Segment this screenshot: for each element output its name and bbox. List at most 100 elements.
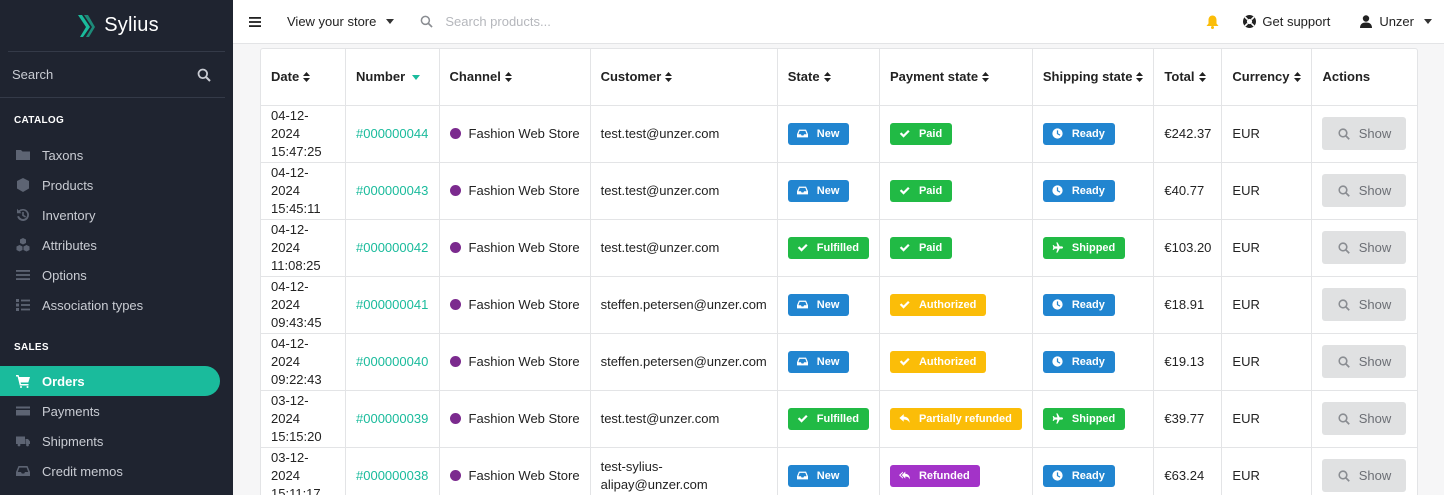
shipping-state-cell: Ready [1032, 105, 1155, 163]
shipping-state-badge: Ready [1042, 350, 1115, 373]
payment-state-badge-label: Authorized [918, 298, 977, 311]
order-date-cell: 04-12-2024 15:45:11 [261, 162, 347, 220]
column-header-shipping-state[interactable]: Shipping state [1032, 49, 1155, 106]
show-order-button[interactable]: Show [1322, 174, 1407, 207]
caret-down-icon [1424, 19, 1432, 24]
customer-cell: steffen.petersen@unzer.com [590, 276, 778, 334]
order-state-badge-label: New [816, 127, 840, 140]
sidebar-item-products[interactable]: Products [0, 170, 233, 200]
order-state-badge: New [787, 179, 850, 202]
order-total: €63.24 [1164, 467, 1205, 483]
column-header-label: Customer [600, 69, 662, 85]
sidebar-search[interactable]: Search [0, 52, 225, 98]
column-header-label: Channel [449, 69, 501, 85]
order-total: €18.91 [1164, 296, 1205, 312]
sidebar: Sylius Search CATALOG Taxons Products In… [0, 0, 233, 495]
search-input[interactable] [445, 14, 746, 29]
search-icon [1338, 355, 1350, 368]
order-total: €19.13 [1164, 353, 1205, 369]
order-state-badge: Fulfilled [787, 407, 869, 430]
state-cell: New [777, 333, 880, 391]
table-header-row: Date Number Channel Customer State Payme… [261, 49, 1417, 106]
order-number-link[interactable]: #000000040 [356, 354, 428, 369]
column-header-customer[interactable]: Customer [590, 49, 778, 106]
order-state-badge-label: New [816, 184, 840, 197]
checkmark-icon [797, 243, 808, 252]
sylius-logo[interactable]: Sylius [8, 0, 225, 52]
section-label-sales: SALES [14, 342, 49, 353]
search-icon [1338, 469, 1350, 482]
show-order-button[interactable]: Show [1322, 459, 1407, 492]
menu-toggle-icon[interactable] [249, 16, 261, 27]
notification-bell-icon[interactable] [1206, 15, 1219, 29]
sidebar-item-label: Orders [42, 373, 85, 389]
sidebar-item-options[interactable]: Options [0, 260, 233, 290]
column-header-number[interactable]: Number [345, 49, 440, 106]
history-icon [17, 208, 30, 221]
show-order-label: Show [1358, 239, 1392, 255]
channel-cell: Fashion Web Store [439, 447, 591, 495]
total-cell: €103.20 [1153, 219, 1223, 277]
order-total: €242.37 [1164, 125, 1212, 141]
column-header-channel[interactable]: Channel [439, 49, 591, 106]
shipping-state-badge-label: Ready [1071, 184, 1105, 197]
order-time: 09:43:45 [271, 314, 322, 330]
column-header-state[interactable]: State [777, 49, 880, 106]
show-order-button[interactable]: Show [1322, 402, 1407, 435]
show-order-button[interactable]: Show [1322, 231, 1407, 264]
sidebar-item-payments[interactable]: Payments [0, 396, 233, 426]
order-date: 04-12-2024 [271, 221, 309, 255]
view-store-dropdown[interactable]: View your store [287, 14, 395, 29]
customer-cell: test.test@unzer.com [590, 105, 778, 163]
order-number-link[interactable]: #000000043 [356, 183, 428, 198]
order-number-link[interactable]: #000000039 [356, 411, 428, 426]
sort-icon [982, 72, 990, 83]
clock-icon [1052, 299, 1063, 310]
column-header-total[interactable]: Total [1153, 49, 1223, 106]
sort-icon [303, 72, 311, 83]
channel-name: Fashion Web Store [468, 353, 580, 369]
actions-cell: Show [1311, 276, 1417, 334]
show-order-button[interactable]: Show [1322, 117, 1407, 150]
channel-cell: Fashion Web Store [439, 276, 591, 334]
show-order-button[interactable]: Show [1322, 345, 1407, 378]
order-number-link[interactable]: #000000041 [356, 297, 428, 312]
order-number-link[interactable]: #000000044 [356, 126, 428, 141]
order-time: 11:08:25 [271, 257, 321, 273]
shipping-state-cell: Ready [1032, 276, 1155, 334]
sort-icon [504, 72, 512, 83]
order-number-link[interactable]: #000000042 [356, 240, 428, 255]
shipping-state-cell: Ready [1032, 162, 1155, 220]
sidebar-item-credit-memos[interactable]: Credit memos [0, 456, 233, 486]
column-header-payment-state[interactable]: Payment state [879, 49, 1033, 106]
sidebar-item-taxons[interactable]: Taxons [0, 140, 233, 170]
sidebar-item-shipments[interactable]: Shipments [0, 426, 233, 456]
sidebar-item-attributes[interactable]: Attributes [0, 230, 233, 260]
order-number-link[interactable]: #000000038 [356, 468, 428, 483]
tasks-icon [16, 299, 30, 311]
currency-cell: EUR [1221, 390, 1313, 448]
get-support-link[interactable]: Get support [1243, 14, 1330, 29]
checkmark-icon [899, 357, 910, 366]
order-currency: EUR [1232, 125, 1260, 141]
sidebar-item-orders[interactable]: Orders [0, 366, 220, 396]
column-header-date[interactable]: Date [261, 49, 347, 106]
sidebar-item-association-types[interactable]: Association types [0, 290, 233, 320]
clock-icon [1052, 470, 1063, 481]
actions-cell: Show [1311, 390, 1417, 448]
cart-icon [16, 375, 30, 388]
order-number-cell: #000000039 [345, 390, 440, 448]
sidebar-item-inventory[interactable]: Inventory [0, 200, 233, 230]
sort-descending-icon [412, 75, 421, 81]
state-cell: Fulfilled [777, 390, 880, 448]
order-state-badge: New [787, 122, 850, 145]
checkmark-icon [899, 243, 910, 252]
show-order-button[interactable]: Show [1322, 288, 1407, 321]
user-menu[interactable]: Unzer [1360, 14, 1432, 29]
order-date: 04-12-2024 [271, 278, 309, 312]
total-cell: €39.77 [1153, 390, 1223, 448]
column-header-currency[interactable]: Currency [1221, 49, 1313, 106]
payment-state-cell: Paid [879, 162, 1033, 220]
channel-cell: Fashion Web Store [439, 333, 591, 391]
sidebar-item-label: Taxons [42, 147, 84, 163]
